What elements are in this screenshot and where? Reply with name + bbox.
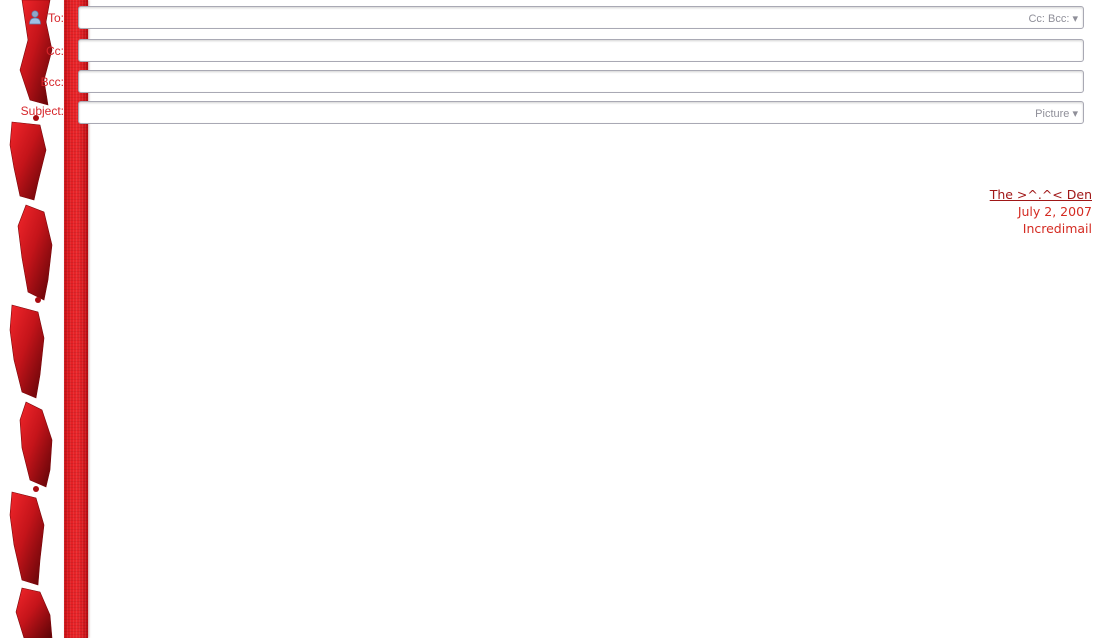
ribbon-decoration	[9, 0, 53, 638]
subject-field[interactable]: Picture ▾	[78, 101, 1084, 124]
signature-date: July 2, 2007	[1017, 204, 1092, 219]
signature-app: Incredimail	[1022, 221, 1092, 236]
subject-label: Subject:	[20, 104, 64, 118]
bcc-field[interactable]	[78, 70, 1084, 93]
contact-icon[interactable]	[28, 9, 42, 25]
decorative-red-bar	[64, 0, 88, 638]
cc-bcc-toggle[interactable]: Cc: Bcc: ▾	[1028, 12, 1078, 25]
cc-field[interactable]	[78, 39, 1084, 62]
signature-block: The >^.^< Den July 2, 2007 Incredimail	[990, 186, 1092, 237]
bcc-label: Bcc:	[40, 75, 64, 89]
picture-toggle[interactable]: Picture ▾	[1035, 107, 1078, 120]
cc-label: Cc:	[46, 44, 64, 58]
to-field[interactable]: Cc: Bcc: ▾	[78, 6, 1084, 29]
to-label: To:	[47, 11, 64, 25]
signature-link[interactable]: The >^.^< Den	[990, 186, 1092, 203]
